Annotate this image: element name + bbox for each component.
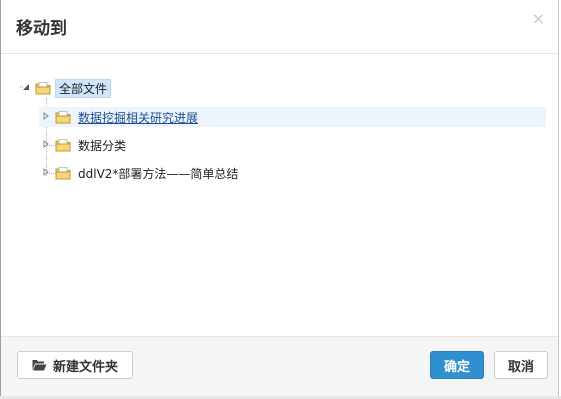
tree-node-label[interactable]: ddlV2*部署方法——简单总结 [75, 164, 241, 183]
tree-node-label[interactable]: 数据挖掘相关研究进展 [75, 108, 201, 127]
dialog-header: 移动到 × [1, 0, 558, 54]
folder-icon [55, 138, 71, 152]
dialog-title: 移动到 [16, 19, 67, 39]
tree-node-root[interactable]: 全部文件 [19, 78, 112, 98]
expand-icon[interactable] [39, 166, 53, 180]
cancel-button[interactable]: 取消 [494, 351, 548, 379]
tree-node-label: 全部文件 [55, 78, 112, 98]
folder-tree: 全部文件 数据挖掘相关研究进展 数据分类 ddlV2*部署方法——简单总结 [1, 54, 558, 336]
folder-icon [55, 110, 71, 124]
expand-icon[interactable] [39, 138, 53, 152]
expand-icon[interactable] [39, 110, 53, 124]
folder-open-icon [32, 359, 47, 371]
tree-node-child[interactable]: 数据分类 [39, 135, 129, 155]
tree-node-child[interactable]: 数据挖掘相关研究进展 [39, 107, 546, 127]
folder-icon [55, 166, 71, 180]
dialog-footer: 新建文件夹 确定 取消 [1, 336, 558, 397]
tree-node-label[interactable]: 数据分类 [75, 136, 129, 155]
new-folder-label: 新建文件夹 [52, 359, 118, 375]
folder-icon [35, 81, 51, 95]
close-icon[interactable]: × [532, 11, 545, 27]
new-folder-button[interactable]: 新建文件夹 [17, 351, 133, 379]
collapse-icon[interactable] [19, 81, 33, 95]
confirm-button[interactable]: 确定 [430, 351, 484, 379]
move-to-dialog: 移动到 × 全部文件 数据挖掘相关研究进展 数据分类 ddlV2*部署方法——简… [0, 0, 559, 397]
tree-node-child[interactable]: ddlV2*部署方法——简单总结 [39, 163, 241, 183]
